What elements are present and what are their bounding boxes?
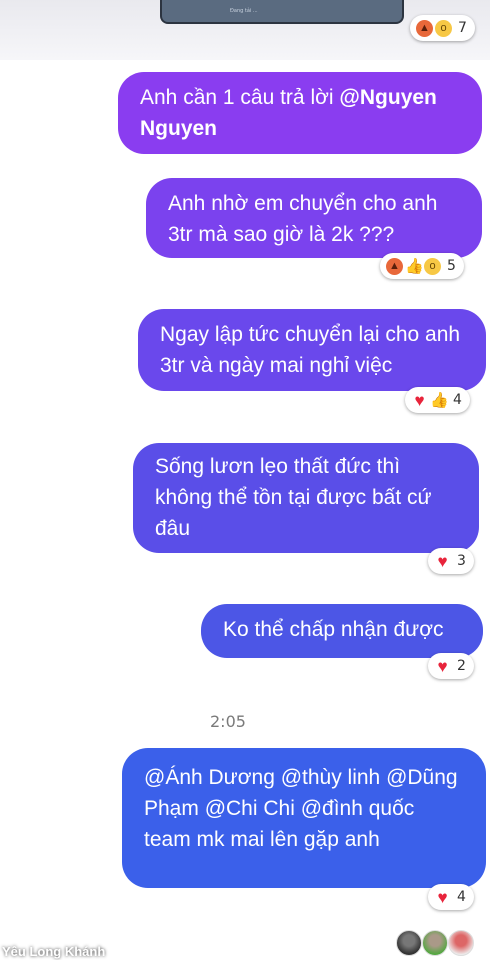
reaction-count: 2 [457,658,466,674]
watermark: Yêu Long Khánh [2,944,106,959]
message-text: Anh cần 1 câu trả lời [140,86,340,109]
reaction-count: 5 [447,258,456,274]
wow-icon: o [424,257,441,275]
message-text: @Ánh Dương @thùy linh @Dũng Phạm @Chi Ch… [144,766,458,851]
heart-icon: ♥ [414,390,425,410]
preview-text: Đang tải ... [230,8,258,14]
like-icon: 👍 [405,257,424,275]
message-bubble[interactable]: @Ánh Dương @thùy linh @Dũng Phạm @Chi Ch… [122,748,486,888]
heart-icon: ♥ [437,551,448,571]
reaction-pill[interactable]: ♥ 3 [428,548,474,574]
message-text: Ko thể chấp nhận được [223,618,444,641]
reaction-count: 7 [458,20,467,36]
message-text: Anh nhờ em chuyển cho anh 3tr mà sao giờ… [168,192,438,246]
message-bubble[interactable]: Anh cần 1 câu trả lời @Nguyen Nguyen [118,72,482,154]
reaction-pill[interactable]: ♥ 4 [428,884,474,910]
heart-icon: ♥ [437,656,448,676]
angry-icon: ▲ [416,19,433,37]
heart-icon: ♥ [437,887,448,907]
timestamp: 2:05 [210,712,246,731]
message-bubble[interactable]: Ngay lập tức chuyển lại cho anh 3tr và n… [138,309,486,391]
reaction-pill[interactable]: ♥ 👍 4 [405,387,470,413]
reaction-count: 4 [453,392,462,408]
reaction-count: 3 [457,553,466,569]
message-bubble[interactable]: Anh nhờ em chuyển cho anh 3tr mà sao giờ… [146,178,482,258]
wow-icon: o [435,19,452,37]
previous-message-preview[interactable]: Đang tải ... [160,0,404,24]
reaction-count: 4 [457,889,466,905]
message-text: Sống lươn lẹo thất đức thì không thể tồn… [155,455,432,540]
angry-icon: ▲ [386,257,403,275]
reaction-pill[interactable]: ▲ o 7 [410,15,475,41]
reaction-pill[interactable]: ♥ 2 [428,653,474,679]
message-bubble[interactable]: Sống lươn lẹo thất đức thì không thể tồn… [133,443,479,553]
message-bubble[interactable]: Ko thể chấp nhận được [201,604,483,658]
top-bar: Đang tải ... ▲ o 7 [0,0,490,60]
seen-avatar [448,930,474,956]
seen-avatar [396,930,422,956]
message-text: Ngay lập tức chuyển lại cho anh 3tr và n… [160,323,461,377]
seen-avatar [422,930,448,956]
like-icon: 👍 [430,391,449,409]
reaction-pill[interactable]: ▲ 👍 o 5 [380,253,464,279]
